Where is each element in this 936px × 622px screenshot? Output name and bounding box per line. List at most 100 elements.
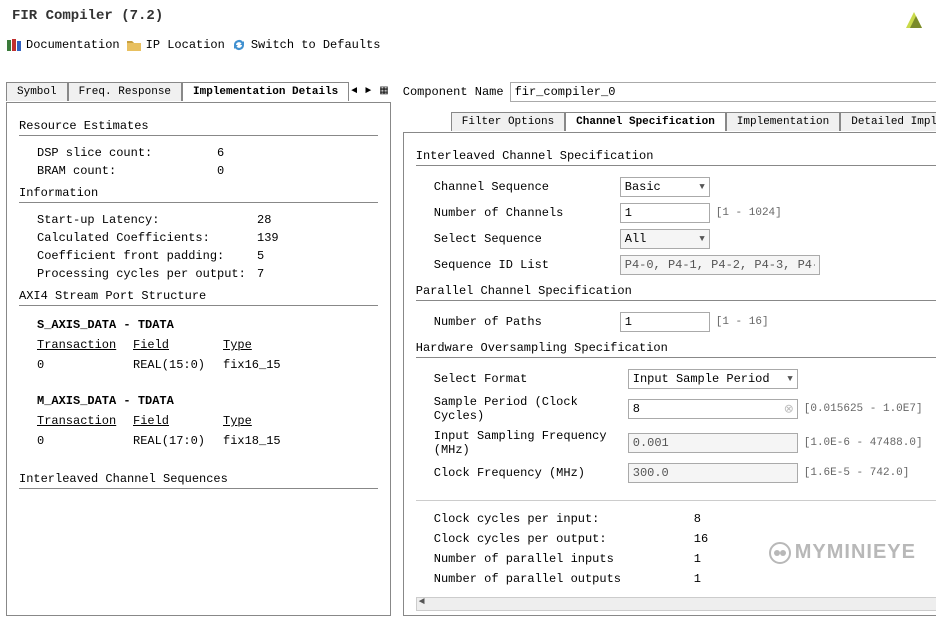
select-format-dropdown[interactable]: Input Sample Period▼ [628, 369, 798, 389]
sequence-id-label: Sequence ID List [434, 258, 614, 272]
channel-sequence-dropdown[interactable]: Basic▼ [620, 177, 710, 197]
npi-label: Number of parallel inputs [434, 552, 694, 566]
num-paths-label: Number of Paths [434, 315, 614, 329]
th-field-m: Field [133, 414, 205, 428]
th-field: Field [133, 338, 205, 352]
m-type-value: fix18_15 [223, 434, 293, 448]
num-channels-label: Number of Channels [434, 206, 614, 220]
right-tab-strip: Filter Options Channel Specification Imp… [403, 110, 936, 132]
interleaved-spec-title: Interleaved Channel Specification [416, 149, 936, 166]
sample-period-input[interactable] [628, 399, 798, 419]
toolbar: Documentation IP Location Switch to Defa… [0, 32, 936, 66]
chevron-down-icon: ▼ [787, 374, 792, 384]
sample-period-label: Sample Period (Clock Cycles) [434, 395, 622, 423]
startup-latency-value: 28 [257, 213, 271, 227]
left-panel-body: Resource Estimates DSP slice count:6 BRA… [6, 102, 391, 616]
coef-padding-label: Coefficient front padding: [37, 249, 257, 263]
clock-freq-input [628, 463, 798, 483]
sample-period-hint: [0.015625 - 1.0E7] [804, 403, 923, 415]
chevron-down-icon: ▼ [699, 234, 704, 244]
horizontal-scrollbar[interactable] [416, 597, 936, 611]
watermark-text: MYMINIEYE [795, 541, 916, 564]
axi-port-title: AXI4 Stream Port Structure [19, 289, 378, 306]
select-sequence-label: Select Sequence [434, 232, 614, 246]
bram-count-value: 0 [217, 164, 224, 178]
num-channels-hint: [1 - 1024] [716, 207, 782, 219]
bram-count-label: BRAM count: [37, 164, 217, 178]
left-tab-strip: Symbol Freq. Response Implementation Det… [6, 80, 391, 102]
tab-prev-icon[interactable]: ◄ [349, 86, 359, 97]
tab-implementation-details[interactable]: Implementation Details [182, 82, 349, 101]
npi-value: 1 [694, 552, 754, 566]
documentation-label: Documentation [26, 38, 120, 52]
m-field-value: REAL(17:0) [133, 434, 205, 448]
sequence-id-input [620, 255, 820, 275]
ip-location-label: IP Location [146, 38, 225, 52]
th-transaction-m: Transaction [37, 414, 115, 428]
m-trans-value: 0 [37, 434, 115, 448]
th-type: Type [223, 338, 293, 352]
parallel-spec-title: Parallel Channel Specification [416, 284, 936, 301]
npo-value: 1 [694, 572, 754, 586]
num-channels-input[interactable] [620, 203, 710, 223]
tab-list-icon[interactable]: ▦ [377, 85, 390, 97]
books-icon [6, 38, 22, 52]
tab-next-icon[interactable]: ► [363, 86, 373, 97]
resource-estimates-title: Resource Estimates [19, 119, 378, 136]
oversampling-title: Hardware Oversampling Specification [416, 341, 936, 358]
th-type-m: Type [223, 414, 293, 428]
select-sequence-dropdown[interactable]: All▼ [620, 229, 710, 249]
clock-freq-hint: [1.6E-5 - 742.0] [804, 467, 910, 479]
component-name-input[interactable] [510, 82, 936, 102]
cpi-label: Clock cycles per input: [434, 512, 694, 526]
s-field-value: REAL(15:0) [133, 358, 205, 372]
watermark: MYMINIEYE [769, 541, 916, 564]
documentation-link[interactable]: Documentation [6, 38, 120, 52]
calc-coef-value: 139 [257, 231, 279, 245]
num-paths-hint: [1 - 16] [716, 316, 769, 328]
app-logo-icon [902, 8, 926, 32]
num-paths-input[interactable] [620, 312, 710, 332]
s-axis-header: S_AXIS_DATA - TDATA [19, 314, 378, 338]
chevron-down-icon: ▼ [699, 182, 704, 192]
s-trans-value: 0 [37, 358, 115, 372]
information-title: Information [19, 186, 378, 203]
coef-padding-value: 5 [257, 249, 264, 263]
cpo-label: Clock cycles per output: [434, 532, 694, 546]
interleaved-seq-title: Interleaved Channel Sequences [19, 472, 378, 489]
folder-icon [126, 38, 142, 52]
tab-implementation[interactable]: Implementation [726, 112, 840, 131]
tab-detailed-implementation[interactable]: Detailed Implem [840, 112, 936, 131]
tab-freq-response[interactable]: Freq. Response [68, 82, 182, 101]
clock-freq-label: Clock Frequency (MHz) [434, 466, 622, 480]
m-axis-header: M_AXIS_DATA - TDATA [19, 390, 378, 414]
cpi-value: 8 [694, 512, 754, 526]
select-format-label: Select Format [434, 372, 622, 386]
component-name-label: Component Name [403, 85, 504, 99]
tab-channel-specification[interactable]: Channel Specification [565, 112, 726, 131]
proc-cycles-value: 7 [257, 267, 264, 281]
left-panel: Symbol Freq. Response Implementation Det… [0, 80, 397, 622]
input-freq-hint: [1.0E-6 - 47488.0] [804, 437, 923, 449]
switch-defaults-link[interactable]: Switch to Defaults [231, 38, 381, 52]
proc-cycles-label: Processing cycles per output: [37, 267, 257, 281]
calc-coef-label: Calculated Coefficients: [37, 231, 257, 245]
input-freq-label: Input Sampling Frequency (MHz) [434, 429, 622, 457]
th-transaction: Transaction [37, 338, 115, 352]
startup-latency-label: Start-up Latency: [37, 213, 257, 227]
npo-label: Number of parallel outputs [434, 572, 694, 586]
dsp-count-label: DSP slice count: [37, 146, 217, 160]
window-title: FIR Compiler (7.2) [0, 0, 936, 32]
cpo-value: 16 [694, 532, 754, 546]
watermark-icon [769, 542, 791, 564]
refresh-icon [231, 38, 247, 52]
tab-symbol[interactable]: Symbol [6, 82, 68, 101]
s-type-value: fix16_15 [223, 358, 293, 372]
ip-location-link[interactable]: IP Location [126, 38, 225, 52]
dsp-count-value: 6 [217, 146, 224, 160]
clear-icon[interactable]: ⊗ [784, 402, 794, 417]
input-freq-input [628, 433, 798, 453]
tab-filter-options[interactable]: Filter Options [451, 112, 565, 131]
switch-defaults-label: Switch to Defaults [251, 38, 381, 52]
channel-sequence-label: Channel Sequence [434, 180, 614, 194]
